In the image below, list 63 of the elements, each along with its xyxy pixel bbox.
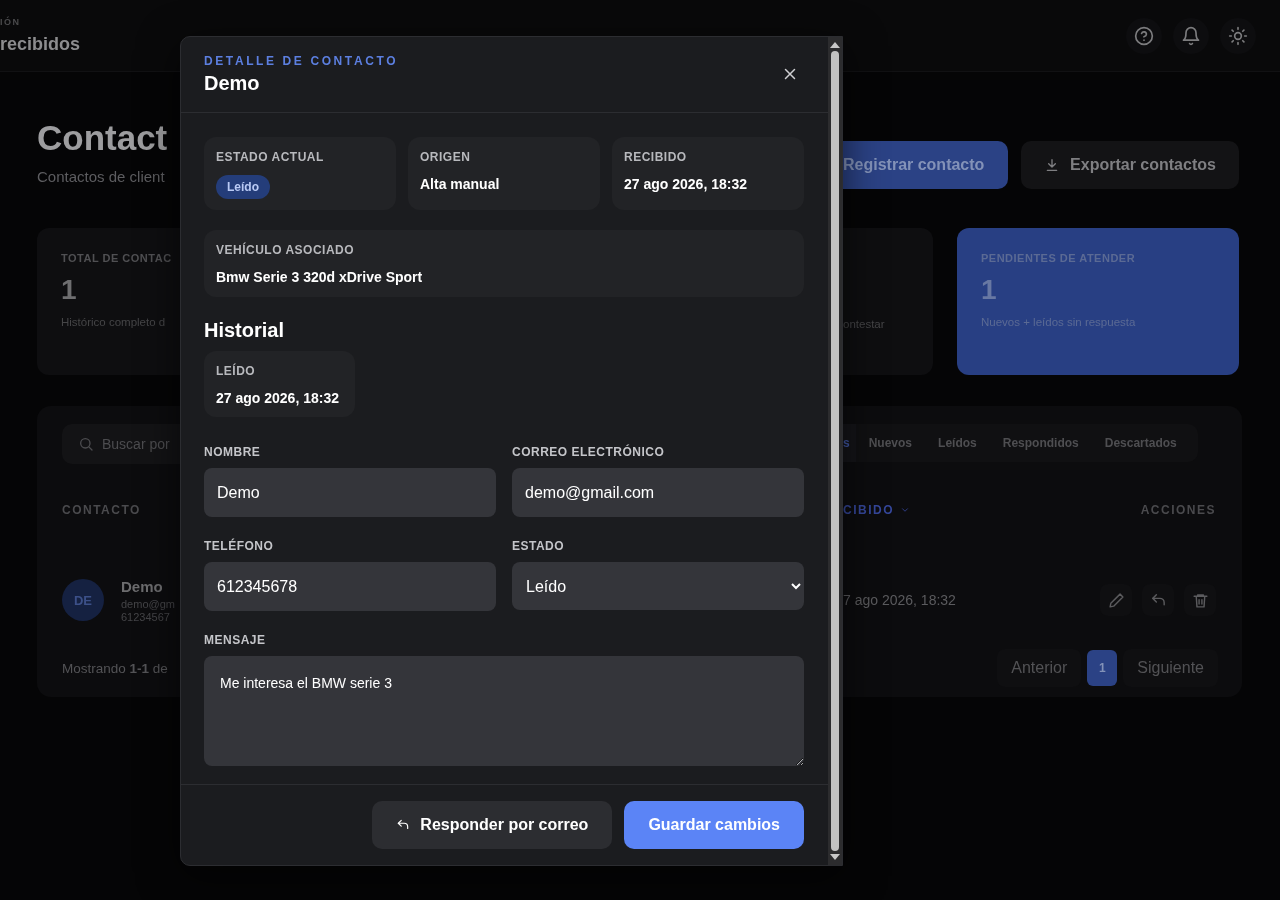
help-button[interactable] — [1126, 17, 1162, 54]
pencil-icon — [1107, 591, 1125, 609]
input-field[interactable]: demo@gmail.com — [512, 468, 804, 517]
stat-value: 1 — [981, 274, 998, 306]
status-select[interactable]: Leído — [512, 562, 804, 610]
info-label: VEHÍCULO ASOCIADO — [216, 243, 356, 257]
caret-icon — [900, 505, 910, 515]
results-summary: Mostrando 1-1 de — [62, 660, 168, 676]
field-label: TELÉFONO — [204, 539, 275, 553]
register-button[interactable]: Registrar contacto — [843, 141, 1008, 189]
section-label: IÓN — [0, 16, 22, 27]
info-value: Alta manual — [420, 176, 501, 192]
info-label: ORIGEN — [420, 150, 472, 164]
help-icon — [1134, 25, 1154, 46]
reply-by-email-button[interactable]: Responder por correo — [372, 801, 613, 849]
page-title: Contact — [37, 118, 169, 158]
field-label: MENSAJE — [204, 633, 267, 647]
filter-tab[interactable]: Respondidos — [989, 424, 1092, 462]
history-label: LEÍDO — [216, 364, 257, 378]
page-heading: recibidos — [0, 33, 81, 55]
dialog-title: Demo — [204, 72, 261, 95]
bell-icon — [1181, 25, 1201, 46]
scrollbar[interactable] — [828, 37, 842, 865]
theme-button[interactable] — [1220, 17, 1256, 54]
table-cell: 7 ago 2026, 18:32 — [843, 592, 956, 608]
contact-name: Demo — [121, 577, 164, 595]
message-field[interactable]: Me interesa el BMW serie 3 — [204, 656, 804, 766]
scroll-down-arrow[interactable] — [830, 854, 840, 860]
export-button[interactable]: Exportar contactos — [1021, 141, 1239, 189]
page-button[interactable]: 1 — [1087, 650, 1118, 686]
reply-icon — [396, 818, 411, 832]
status-badge: Leído — [216, 175, 270, 199]
scroll-thumb[interactable] — [831, 51, 839, 851]
info-label: ESTADO ACTUAL — [216, 150, 325, 164]
stat-value: 1 — [61, 274, 78, 306]
column-header[interactable]: CONTACTO — [62, 503, 141, 517]
field-label: CORREO ELECTRÓNICO — [512, 445, 666, 459]
avatar: DE — [62, 579, 104, 621]
page-subtitle: Contactos de client — [37, 168, 166, 185]
sun-icon — [1228, 25, 1248, 46]
history-date: 27 ago 2026, 18:32 — [216, 390, 340, 406]
filter-tab[interactable]: Descartados — [1091, 424, 1190, 462]
input-field[interactable]: 612345678 — [204, 562, 496, 611]
input-field[interactable]: Demo — [204, 468, 496, 517]
filter-tab[interactable]: Nuevos — [855, 424, 926, 462]
section-title: Historial — [204, 319, 286, 342]
info-value: 27 ago 2026, 18:32 — [624, 176, 748, 192]
column-header[interactable]: CIBIDO — [843, 503, 910, 517]
notifications-button[interactable] — [1173, 17, 1209, 54]
filter-tab[interactable]: s — [843, 424, 856, 462]
dialog-eyebrow: DETALLE DE CONTACTO — [204, 54, 399, 68]
stat-label: TOTAL DE CONTAC — [61, 252, 173, 264]
trash-icon — [1191, 591, 1209, 609]
filter-tab[interactable]: Leídos — [925, 424, 990, 462]
info-value: Bmw Serie 3 320d xDrive Sport — [216, 269, 424, 285]
column-header[interactable]: ACCIONES — [1140, 503, 1216, 517]
field-label: ESTADO — [512, 539, 566, 553]
contact-email: demo@gm — [121, 597, 175, 610]
save-button[interactable]: Guardar cambios — [624, 801, 804, 849]
contact-phone: 61234567 — [121, 610, 171, 623]
search-icon — [78, 436, 94, 452]
info-label: RECIBIDO — [624, 150, 688, 164]
field-label: NOMBRE — [204, 445, 262, 459]
